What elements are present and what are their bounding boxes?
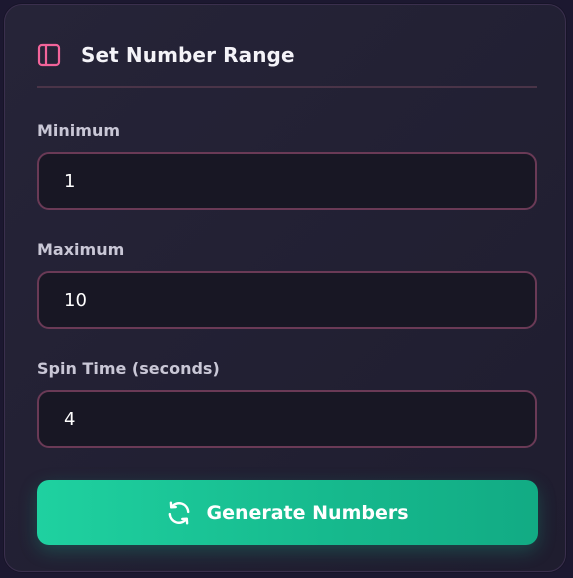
refresh-icon [166, 500, 192, 526]
card-header: Set Number Range [37, 35, 537, 75]
spin-time-label: Spin Time (seconds) [37, 359, 220, 378]
minimum-label: Minimum [37, 121, 121, 140]
panel-title: Set Number Range [81, 43, 295, 67]
header-divider [37, 86, 537, 88]
generate-button-label: Generate Numbers [206, 501, 409, 524]
sidebar-panel-icon [37, 43, 61, 67]
maximum-label: Maximum [37, 240, 125, 259]
minimum-input[interactable] [37, 152, 537, 210]
generate-numbers-button[interactable]: Generate Numbers [37, 480, 538, 545]
number-range-card: Set Number Range Minimum Maximum Spin Ti… [4, 4, 566, 572]
spin-time-input[interactable] [37, 390, 537, 448]
maximum-input[interactable] [37, 271, 537, 329]
